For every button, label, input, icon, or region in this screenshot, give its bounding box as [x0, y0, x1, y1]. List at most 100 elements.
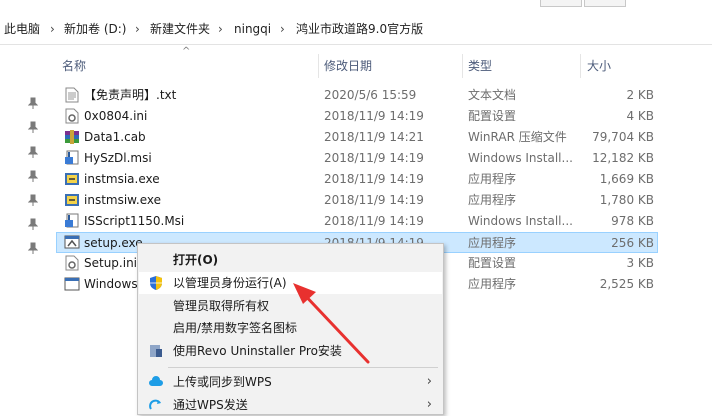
breadcrumb-item[interactable]: 新建文件夹	[150, 14, 210, 44]
winrar-icon	[65, 130, 79, 144]
window-control-button[interactable]	[540, 0, 582, 7]
context-menu: 打开(O) 以管理员身份运行(A) 管理员取得所有权 启用/禁用数字签名图标 使…	[137, 243, 444, 415]
menu-item-open[interactable]: 打开(O)	[139, 249, 442, 271]
file-name: Setup.ini	[84, 256, 138, 270]
menu-item-take-ownership[interactable]: 管理员取得所有权	[139, 295, 442, 317]
column-header-name[interactable]: 名称	[62, 54, 86, 78]
file-type: 应用程序	[468, 172, 517, 186]
file-row[interactable]: Data1.cab 2018/11/9 14:21 WinRAR 压缩文件 79…	[56, 127, 658, 148]
installer-exe-icon	[65, 194, 79, 206]
menu-item-wps-sync[interactable]: 上传或同步到WPS ›	[139, 371, 442, 393]
file-type: 应用程序	[468, 236, 517, 250]
file-name: Data1.cab	[84, 130, 146, 144]
uac-shield-icon	[150, 276, 162, 290]
file-date: 2018/11/9 14:19	[324, 172, 424, 186]
pin-icon[interactable]	[28, 242, 38, 254]
file-name: instmsiw.exe	[84, 193, 161, 207]
file-row[interactable]: instmsiw.exe 2018/11/9 14:19 应用程序 1,780 …	[56, 190, 658, 211]
breadcrumb-item[interactable]: 此电脑	[4, 14, 40, 44]
file-type: Windows Install...	[468, 214, 573, 228]
wps-send-icon	[149, 399, 161, 410]
msi-icon	[65, 150, 79, 165]
menu-item-label: 启用/禁用数字签名图标	[173, 321, 298, 335]
file-name: instmsia.exe	[84, 172, 160, 186]
file-size: 978 KB	[611, 214, 654, 228]
pin-icon[interactable]	[28, 146, 38, 158]
menu-item-signature-icon-toggle[interactable]: 启用/禁用数字签名图标	[139, 317, 442, 339]
file-size: 2,525 KB	[599, 277, 654, 291]
column-header-date[interactable]: 修改日期	[324, 54, 372, 78]
file-size: 3 KB	[626, 256, 654, 270]
address-bar[interactable]: 此电脑 › 新加卷 (D:) › 新建文件夹 › ningqi › 鸿业市政道路…	[0, 14, 712, 45]
file-type: 文本文档	[468, 88, 517, 102]
breadcrumb-item[interactable]: ningqi	[234, 14, 271, 44]
chevron-right-icon[interactable]: ›	[280, 14, 285, 44]
menu-item-run-as-admin[interactable]: 以管理员身份运行(A)	[139, 272, 442, 294]
pin-icon[interactable]	[28, 194, 38, 206]
menu-item-label: 使用Revo Uninstaller Pro安装	[173, 344, 342, 358]
file-name: 【免责声明】.txt	[84, 88, 177, 102]
column-header-type[interactable]: 类型	[468, 54, 492, 78]
menu-separator	[168, 367, 438, 368]
column-divider[interactable]	[580, 54, 581, 78]
menu-item-label: 通过WPS发送	[173, 398, 248, 412]
file-size: 1,669 KB	[599, 172, 654, 186]
breadcrumb-item-current[interactable]: 鸿业市政道路9.0官方版	[296, 14, 423, 44]
column-header-size[interactable]: 大小	[587, 54, 611, 78]
column-divider[interactable]	[318, 54, 319, 78]
pin-icon[interactable]	[28, 170, 38, 182]
file-date: 2018/11/9 14:19	[324, 193, 424, 207]
window-top-edge	[0, 0, 712, 12]
menu-item-label: 打开(O)	[173, 253, 219, 267]
file-row[interactable]: ISScript1150.Msi 2018/11/9 14:19 Windows…	[56, 211, 658, 232]
installer-exe-icon	[65, 173, 79, 185]
file-row[interactable]: 0x0804.ini 2018/11/9 14:19 配置设置 4 KB	[56, 106, 658, 127]
chevron-right-icon[interactable]: ›	[50, 14, 55, 44]
column-divider[interactable]	[462, 54, 463, 78]
chevron-right-icon[interactable]: ›	[218, 14, 223, 44]
ini-file-icon	[65, 108, 79, 124]
file-name: HySzDl.msi	[84, 151, 152, 165]
menu-item-wps-send[interactable]: 通过WPS发送 ›	[139, 394, 442, 416]
file-name: 0x0804.ini	[84, 109, 148, 123]
menu-item-revo-install[interactable]: 使用Revo Uninstaller Pro安装	[139, 340, 442, 362]
file-date: 2018/11/9 14:19	[324, 151, 424, 165]
chevron-right-icon: ›	[426, 374, 432, 389]
setup-exe-icon	[64, 235, 80, 249]
window-control-button[interactable]	[584, 0, 626, 7]
file-date: 2018/11/9 14:19	[324, 214, 424, 228]
window-app-icon	[64, 277, 80, 291]
file-row[interactable]: instmsia.exe 2018/11/9 14:19 应用程序 1,669 …	[56, 169, 658, 190]
msi-icon	[65, 213, 79, 228]
pin-icon[interactable]	[28, 218, 38, 230]
file-type: 配置设置	[468, 109, 517, 123]
ini-file-icon	[65, 255, 79, 271]
file-size: 1,780 KB	[599, 193, 654, 207]
menu-item-label: 以管理员身份运行(A)	[173, 276, 287, 290]
file-size: 79,704 KB	[592, 130, 654, 144]
file-size: 4 KB	[626, 109, 654, 123]
chevron-right-icon[interactable]: ›	[135, 14, 140, 44]
text-file-icon	[65, 87, 79, 103]
file-size: 256 KB	[611, 236, 654, 250]
file-name: Windows	[84, 277, 138, 291]
sort-ascending-icon: ^	[182, 46, 191, 57]
file-type: 配置设置	[468, 256, 517, 270]
wps-cloud-icon	[149, 376, 163, 386]
file-name: setup.exe	[84, 236, 143, 250]
file-date: 2018/11/9 14:21	[324, 130, 424, 144]
file-row[interactable]: 【免责声明】.txt 2020/5/6 15:59 文本文档 2 KB	[56, 85, 658, 106]
file-date: 2020/5/6 15:59	[324, 88, 417, 102]
file-type: 应用程序	[468, 193, 517, 207]
file-row[interactable]: HySzDl.msi 2018/11/9 14:19 Windows Insta…	[56, 148, 658, 169]
revo-uninstaller-icon	[150, 345, 162, 357]
file-name: ISScript1150.Msi	[84, 214, 185, 228]
menu-item-label: 管理员取得所有权	[173, 299, 270, 313]
chevron-right-icon: ›	[426, 397, 432, 412]
pin-icon[interactable]	[28, 97, 38, 109]
pin-icon[interactable]	[28, 121, 38, 133]
file-date: 2018/11/9 14:19	[324, 109, 424, 123]
breadcrumb-item[interactable]: 新加卷 (D:)	[64, 14, 126, 44]
file-type: WinRAR 压缩文件	[468, 130, 567, 144]
menu-item-label: 上传或同步到WPS	[173, 375, 272, 389]
